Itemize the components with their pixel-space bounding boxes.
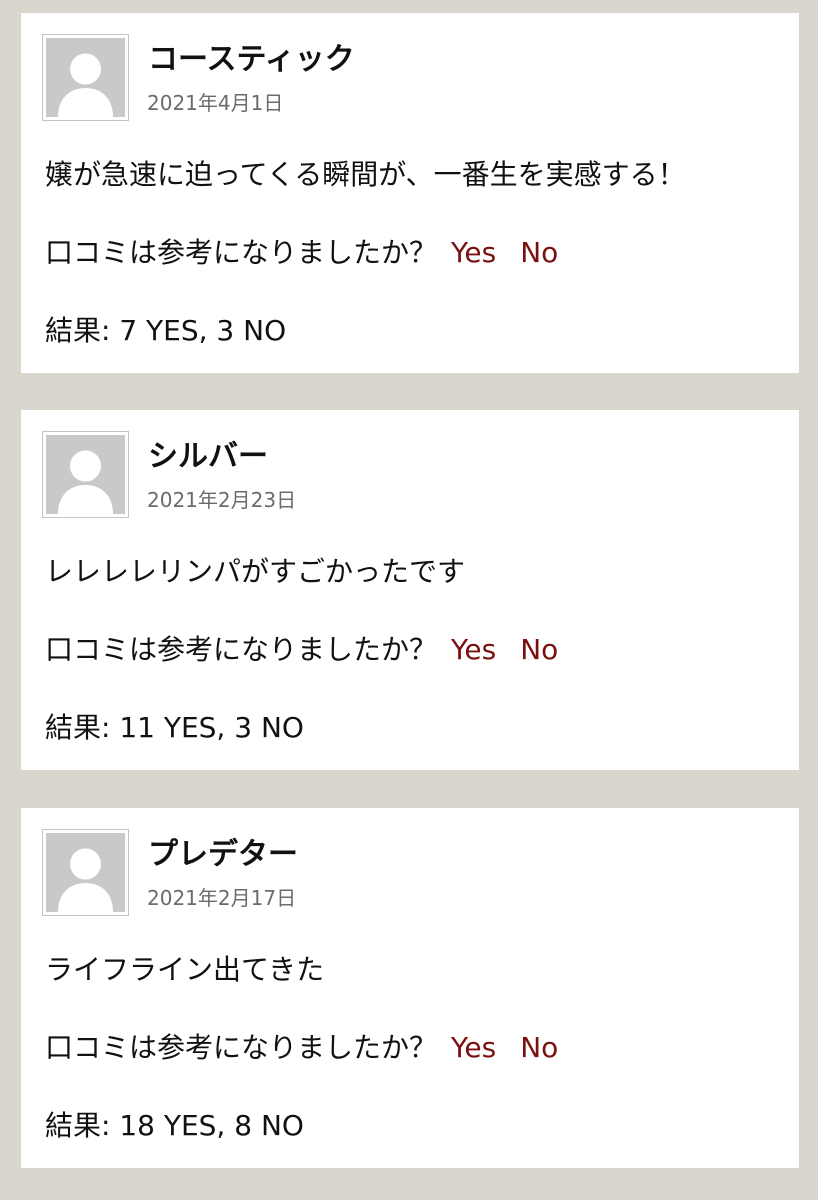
vote-no-link[interactable]: No (520, 1031, 558, 1064)
avatar (42, 829, 129, 916)
vote-no-link[interactable]: No (520, 633, 558, 666)
user-silhouette-icon (46, 435, 125, 514)
vote-result: 結果: 7 YES, 3 NO (45, 314, 287, 347)
review-card: シルバー 2021年2月23日 レレレレリンパがすごかったです 口コミは参考にな… (21, 410, 799, 770)
vote-yes-link[interactable]: Yes (451, 633, 496, 666)
review-date: 2021年4月1日 (147, 91, 284, 115)
user-silhouette-icon (46, 38, 125, 117)
helpful-prompt: 口コミは参考になりましたか？ Yes No (45, 630, 558, 670)
helpful-question: 口コミは参考になりましたか？ (45, 633, 438, 666)
vote-no-link[interactable]: No (520, 236, 558, 269)
helpful-question: 口コミは参考になりましたか？ (45, 236, 438, 269)
review-comment: 嬢が急速に迫ってくる瞬間が、一番生を実感する！ (45, 158, 686, 191)
review-card: プレデター 2021年2月17日 ライフライン出てきた 口コミは参考になりました… (21, 808, 799, 1168)
vote-yes-link[interactable]: Yes (451, 1031, 496, 1064)
helpful-prompt: 口コミは参考になりましたか？ Yes No (45, 233, 558, 273)
reviewer-name: プレデター (148, 837, 298, 872)
reviewer-name: コースティック (148, 42, 355, 77)
review-date: 2021年2月23日 (147, 488, 297, 512)
review-comment: レレレレリンパがすごかったです (45, 555, 466, 588)
review-card: コースティック 2021年4月1日 嬢が急速に迫ってくる瞬間が、一番生を実感する… (21, 13, 799, 373)
review-date: 2021年2月17日 (147, 886, 297, 910)
helpful-question: 口コミは参考になりましたか？ (45, 1031, 438, 1064)
avatar (42, 34, 129, 121)
vote-result: 結果: 18 YES, 8 NO (45, 1109, 304, 1142)
vote-result: 結果: 11 YES, 3 NO (45, 711, 304, 744)
helpful-prompt: 口コミは参考になりましたか？ Yes No (45, 1028, 558, 1068)
reviewer-name: シルバー (148, 439, 268, 474)
vote-yes-link[interactable]: Yes (451, 236, 496, 269)
avatar (42, 431, 129, 518)
review-comment: ライフライン出てきた (45, 953, 325, 986)
user-silhouette-icon (46, 833, 125, 912)
